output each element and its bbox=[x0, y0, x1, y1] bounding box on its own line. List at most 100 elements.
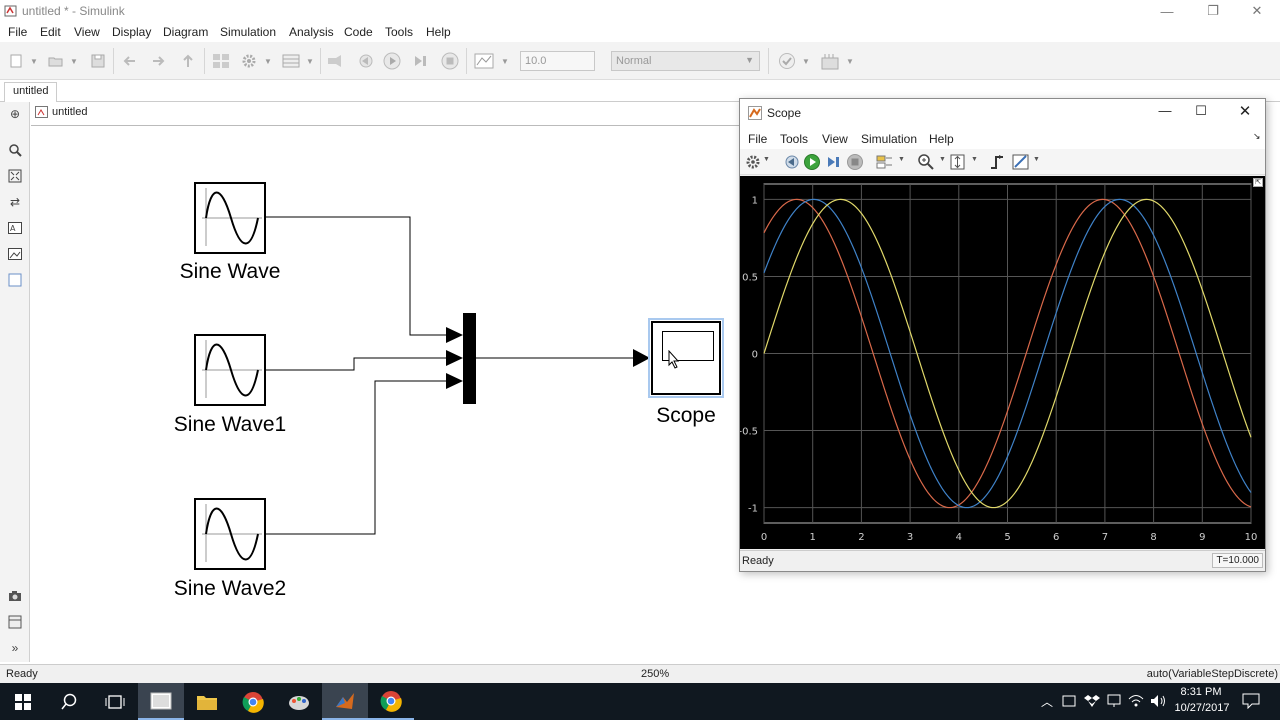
tray-device-icon[interactable] bbox=[1062, 694, 1076, 708]
scope-close-button[interactable]: ✕ bbox=[1230, 102, 1260, 120]
chevron-down-icon: ▼ bbox=[745, 55, 754, 65]
scope-run-icon[interactable] bbox=[803, 153, 821, 171]
x-tick-label: 0 bbox=[761, 532, 767, 543]
minimize-button[interactable]: — bbox=[1144, 0, 1190, 22]
matlab-icon bbox=[748, 106, 762, 120]
task-view-icon[interactable] bbox=[92, 683, 138, 720]
x-tick-label: 1 bbox=[810, 532, 816, 543]
close-button[interactable]: ✕ bbox=[1234, 0, 1280, 22]
scope-menu-tools[interactable]: Tools bbox=[780, 132, 808, 146]
scope-window-title: Scope bbox=[767, 106, 802, 120]
sine-wave2-block[interactable] bbox=[194, 498, 266, 570]
y-tick-label: 1 bbox=[752, 195, 758, 206]
windows-start-icon[interactable] bbox=[0, 683, 46, 720]
dropbox-icon[interactable] bbox=[1084, 694, 1100, 708]
network-icon[interactable] bbox=[1106, 694, 1122, 708]
chrome-icon[interactable] bbox=[230, 683, 276, 720]
x-tick-label: 5 bbox=[1004, 532, 1010, 543]
matlab-taskbar-icon[interactable] bbox=[322, 683, 368, 720]
wifi-icon[interactable] bbox=[1128, 694, 1144, 708]
build-dropdown-icon[interactable]: ▼ bbox=[844, 52, 856, 70]
sine-wave2-label[interactable]: Sine Wave2 bbox=[155, 577, 305, 601]
input-port-3-arrow bbox=[446, 373, 463, 389]
input-port-2-arrow bbox=[446, 350, 463, 366]
sine-wave-block[interactable] bbox=[194, 182, 266, 254]
scope-plot[interactable]: 0 1 2 3 4 5 6 7 8 9 10 1 0.5 0 -0.5 -1 bbox=[738, 176, 1265, 549]
scope-title-bar: Scope — ☐ ✕ bbox=[740, 99, 1265, 127]
paint-icon[interactable] bbox=[276, 683, 322, 720]
zoom-dropdown-icon[interactable]: ▼ bbox=[939, 156, 946, 163]
scope-step-forward-icon[interactable] bbox=[825, 154, 841, 170]
scope-step-back-icon[interactable] bbox=[783, 154, 799, 170]
scope-menu-file[interactable]: File bbox=[748, 132, 767, 146]
undock-icon[interactable]: ⇱ bbox=[1253, 178, 1263, 187]
x-tick-label: 4 bbox=[956, 532, 962, 543]
scope-minimize-button[interactable]: — bbox=[1150, 103, 1180, 118]
taskbar: ︿ 8:31 PM 10/27/2017 bbox=[0, 683, 1280, 720]
scope-window: Scope — ☐ ✕ File Tools View Simulation H… bbox=[738, 98, 1266, 572]
mux-block[interactable] bbox=[463, 313, 476, 404]
scope-time-readout: T=10.000 bbox=[1212, 553, 1263, 568]
model-advisor-icon[interactable] bbox=[776, 52, 798, 70]
solver-info[interactable]: auto(VariableStepDiscrete) bbox=[1147, 668, 1278, 680]
x-tick-label: 7 bbox=[1102, 532, 1108, 543]
status-bar: Ready 250% auto(VariableStepDiscrete) bbox=[0, 664, 1280, 683]
x-tick-label: 8 bbox=[1150, 532, 1156, 543]
y-tick-label: 0 bbox=[752, 350, 758, 361]
scope-menu-simulation[interactable]: Simulation bbox=[861, 132, 917, 146]
scope-menu-view[interactable]: View bbox=[822, 132, 848, 146]
scope-status-text: Ready bbox=[742, 555, 774, 567]
zoom-level: 250% bbox=[641, 668, 670, 680]
x-tick-label: 6 bbox=[1053, 532, 1059, 543]
simulink-taskbar-icon[interactable] bbox=[138, 683, 184, 720]
x-tick-label: 3 bbox=[907, 532, 913, 543]
scope-settings-icon[interactable] bbox=[745, 154, 761, 170]
build-icon[interactable] bbox=[818, 52, 842, 70]
highlight-dropdown-icon[interactable]: ▼ bbox=[898, 156, 905, 163]
zoom-in-icon[interactable] bbox=[917, 153, 935, 171]
measurements-dropdown-icon[interactable]: ▼ bbox=[1033, 156, 1040, 163]
mouse-cursor-icon bbox=[668, 350, 680, 369]
toolbar-separator bbox=[768, 48, 769, 74]
y-tick-label: 0.5 bbox=[742, 272, 758, 283]
scope-stop-icon[interactable] bbox=[846, 153, 864, 171]
highlight-block-icon[interactable] bbox=[876, 154, 894, 170]
chrome-taskbar-icon[interactable] bbox=[368, 683, 414, 720]
y-tick-label: -1 bbox=[748, 504, 758, 515]
scope-block[interactable] bbox=[651, 321, 721, 395]
scope-maximize-button[interactable]: ☐ bbox=[1186, 103, 1216, 119]
sine-wave1-label[interactable]: Sine Wave1 bbox=[155, 413, 305, 437]
scope-status-bar: Ready T=10.000 bbox=[740, 550, 1265, 571]
measurements-icon[interactable] bbox=[1012, 153, 1030, 171]
advisor-dropdown-icon[interactable]: ▼ bbox=[800, 52, 812, 70]
sine-wave-label[interactable]: Sine Wave bbox=[160, 260, 300, 284]
y-tick-label: -0.5 bbox=[740, 427, 758, 438]
scope-toolbar: ▼ ▼ ▼ ▼ ▼ bbox=[740, 149, 1265, 175]
scope-label[interactable]: Scope bbox=[636, 404, 736, 428]
tray-chevron-icon[interactable]: ︿ bbox=[1041, 693, 1053, 710]
dock-arrow-icon[interactable]: ↘ bbox=[1253, 131, 1261, 142]
volume-icon[interactable] bbox=[1150, 694, 1168, 708]
status-text: Ready bbox=[6, 668, 38, 680]
x-tick-label: 9 bbox=[1199, 532, 1205, 543]
search-icon[interactable] bbox=[46, 683, 92, 720]
triggers-icon[interactable] bbox=[989, 153, 1007, 171]
scope-plot-area: ⇱ 0 1 2 3 4 5 6 7 8 9 10 1 0.5 0 -0.5 -1 bbox=[738, 176, 1265, 549]
scope-menu-bar: File Tools View Simulation Help ↘ bbox=[740, 127, 1265, 149]
restore-button[interactable]: ❐ bbox=[1190, 0, 1236, 22]
signal-lines bbox=[265, 216, 650, 535]
scope-settings-dropdown-icon[interactable]: ▼ bbox=[763, 156, 770, 163]
x-tick-label: 10 bbox=[1245, 532, 1258, 543]
clock-time[interactable]: 8:31 PM bbox=[1180, 686, 1222, 698]
sine-wave-icon bbox=[202, 504, 262, 562]
notifications-icon[interactable] bbox=[1242, 693, 1260, 709]
file-explorer-icon[interactable] bbox=[184, 683, 230, 720]
clock-date[interactable]: 10/27/2017 bbox=[1172, 702, 1232, 714]
input-port-1-arrow bbox=[446, 327, 463, 343]
sine-wave1-block[interactable] bbox=[194, 334, 266, 406]
autoscale-dropdown-icon[interactable]: ▼ bbox=[971, 156, 978, 163]
sine-wave-icon bbox=[202, 340, 262, 398]
autoscale-icon[interactable] bbox=[950, 153, 966, 171]
scope-menu-help[interactable]: Help bbox=[929, 132, 954, 146]
sine-wave-icon bbox=[202, 188, 262, 246]
